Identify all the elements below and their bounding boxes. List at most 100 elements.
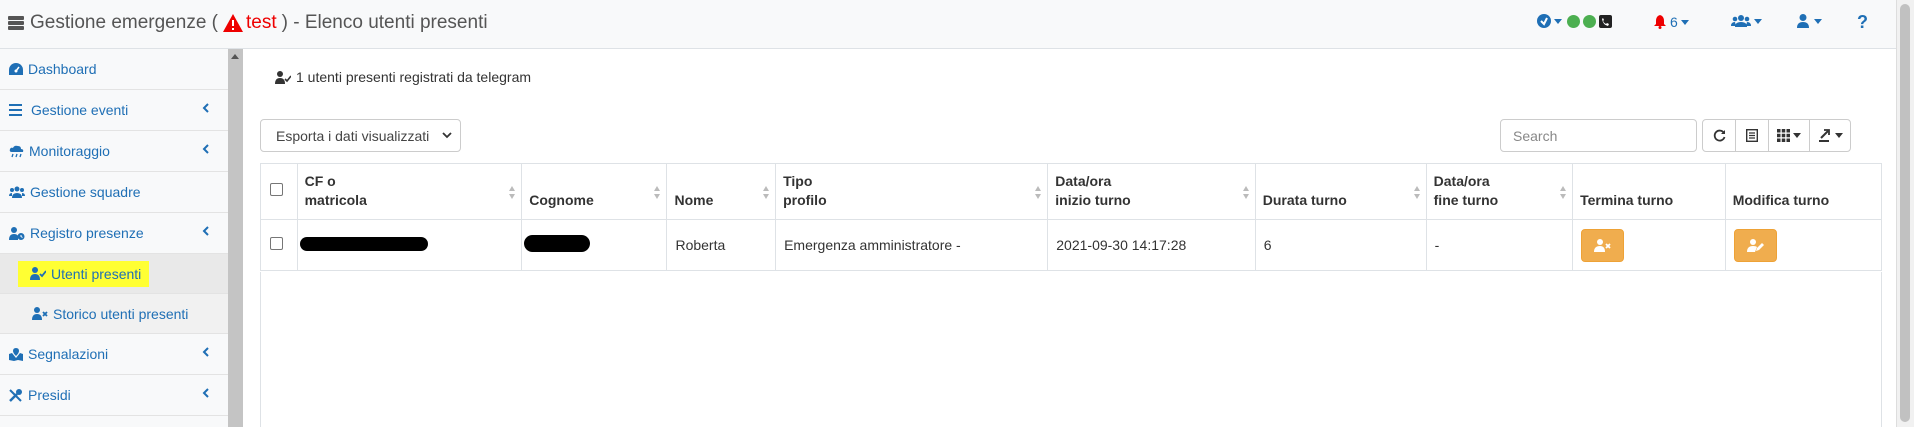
users-icon — [1731, 15, 1751, 27]
sidebar-item-gestione-squadre[interactable]: Gestione squadre — [0, 172, 228, 213]
chevron-left-icon — [202, 103, 209, 113]
column-header-durata-turno[interactable]: Durata turno — [1254, 163, 1427, 220]
column-header-cf[interactable]: CF o matricola — [296, 163, 523, 220]
export-select[interactable]: Esporta i dati visualizzati — [260, 119, 461, 152]
edit-shift-button[interactable] — [1733, 228, 1777, 262]
sidebar-item-storico-utenti-presenti[interactable]: Storico utenti presenti — [0, 294, 228, 334]
sidebar-item-utenti-presenti[interactable]: Utenti presenti — [0, 254, 228, 294]
present-users-summary: 1 utenti presenti registrati da telegram — [275, 69, 531, 85]
scroll-up-icon[interactable] — [231, 54, 239, 59]
column-header-line2: Cognome — [529, 192, 594, 208]
column-header-line1: CF o — [304, 173, 336, 189]
user-times-icon — [32, 307, 48, 320]
status-dot-icon — [1583, 14, 1596, 28]
user-times-icon — [1594, 238, 1611, 252]
column-header-line2: Termina turno — [1580, 192, 1674, 208]
sidebar-item-label: Registro presenze — [30, 225, 144, 241]
sidebar-item-dashboard[interactable]: Dashboard — [0, 49, 228, 90]
sidebar-item-presidi[interactable]: Presidi — [0, 375, 228, 416]
column-header-tipo-profilo[interactable]: Tipo profilo — [775, 163, 1049, 220]
refresh-icon — [1713, 129, 1725, 142]
column-header-line2: inizio turno — [1055, 192, 1131, 208]
column-header-line2: fine turno — [1433, 192, 1499, 208]
list-alt-icon — [1746, 129, 1758, 142]
main-content: 1 utenti presenti registrati da telegram… — [243, 49, 1896, 427]
sidebar-item-segnalazioni[interactable]: Segnalazioni — [0, 334, 228, 375]
sort-icon — [1413, 186, 1420, 200]
user-menu-dropdown[interactable] — [1797, 14, 1822, 28]
chevron-down-icon — [1793, 133, 1801, 138]
sidebar-item-label: Gestione eventi — [31, 102, 129, 118]
warning-icon — [223, 14, 243, 32]
notification-count: 6 — [1670, 14, 1678, 30]
cf-cell — [296, 219, 523, 271]
column-header-line2: matricola — [304, 192, 367, 208]
column-header-line1: Data/ora — [1433, 173, 1490, 189]
table-header-row: CF o matricola Cognome Nome Tipo profilo D… — [260, 163, 1883, 220]
user-clock-icon — [9, 226, 25, 240]
sidebar-item-gestione-eventi[interactable]: Gestione eventi — [0, 90, 228, 131]
sort-icon — [763, 186, 770, 200]
select-all-checkbox[interactable] — [270, 183, 283, 196]
chevron-down-icon — [1554, 18, 1562, 24]
chevron-down-icon — [1814, 18, 1822, 24]
user-check-icon — [30, 267, 46, 280]
dashboard-icon — [9, 62, 23, 75]
tools-icon — [9, 388, 22, 402]
sidebar-item-label: Segnalazioni — [28, 346, 109, 362]
help-button[interactable]: ? — [1857, 12, 1868, 33]
cloud-rain-icon — [9, 145, 24, 157]
server-icon — [8, 16, 24, 30]
column-header-fine-turno[interactable]: Data/ora fine turno — [1425, 163, 1574, 220]
export-select-value: Esporta i dati visualizzati — [276, 127, 430, 144]
phone-square-icon — [1599, 14, 1612, 28]
fine-turno-cell: - — [1425, 219, 1574, 271]
export-dropdown[interactable] — [1809, 119, 1851, 152]
page-scrollbar-thumb[interactable] — [1900, 4, 1910, 422]
teams-dropdown[interactable] — [1731, 14, 1762, 28]
env-label: test — [246, 12, 277, 33]
table-row: Roberta Emergenza amministratore - 2021-… — [260, 219, 1883, 271]
bell-icon — [1654, 15, 1666, 29]
sidebar-item-label: Monitoraggio — [29, 143, 110, 159]
column-header-line1: Tipo — [783, 173, 813, 189]
sort-icon — [654, 186, 661, 200]
notifications-dropdown[interactable]: 6 — [1654, 14, 1689, 30]
refresh-button[interactable] — [1702, 119, 1736, 152]
sidebar-item-label: Utenti presenti — [51, 265, 142, 282]
highlighted-menu-item: Utenti presenti — [18, 260, 150, 287]
column-header-cognome[interactable]: Cognome — [521, 163, 668, 220]
status-dot-icon — [1567, 14, 1580, 28]
chevron-left-icon — [202, 347, 209, 357]
column-header-line2: Modifica turno — [1732, 192, 1830, 208]
end-shift-button[interactable] — [1581, 228, 1625, 262]
durata-turno-cell: 6 — [1254, 219, 1427, 271]
column-header-line2: Nome — [674, 192, 714, 208]
column-header-inizio-turno[interactable]: Data/ora inizio turno — [1047, 163, 1256, 220]
page-title: Gestione emergenze ( test ) - Elenco ute… — [8, 12, 488, 34]
user-check-icon — [275, 70, 291, 84]
chevron-down-icon — [1835, 133, 1843, 138]
columns-dropdown[interactable] — [1768, 119, 1810, 152]
sidebar-item-label: Presidi — [28, 387, 71, 403]
row-checkbox[interactable] — [270, 237, 283, 250]
chevron-left-icon — [202, 226, 209, 236]
status-dropdown[interactable] — [1537, 14, 1612, 28]
sidebar-item-monitoraggio[interactable]: Monitoraggio — [0, 131, 228, 172]
user-edit-icon — [1746, 238, 1764, 252]
summary-text: 1 utenti presenti registrati da telegram — [296, 69, 532, 85]
sidebar-item-registro-presenze[interactable]: Registro presenze — [0, 213, 228, 254]
top-navbar: Gestione emergenze ( test ) - Elenco ute… — [0, 0, 1896, 49]
users-icon — [9, 186, 25, 198]
sidebar-scrollbar[interactable] — [228, 49, 243, 427]
toggle-view-button[interactable] — [1735, 119, 1769, 152]
page-scrollbar[interactable] — [1896, 0, 1914, 427]
file-export-icon — [1819, 129, 1830, 142]
profilo-cell: Emergenza amministratore - — [775, 219, 1049, 271]
column-header-line2: profilo — [783, 192, 827, 208]
column-header-nome[interactable]: Nome — [666, 163, 777, 220]
search-input[interactable] — [1500, 119, 1697, 152]
chevron-left-icon — [202, 144, 209, 154]
sidebar-item-label: Storico utenti presenti — [53, 305, 189, 322]
termina-turno-cell — [1572, 219, 1726, 271]
